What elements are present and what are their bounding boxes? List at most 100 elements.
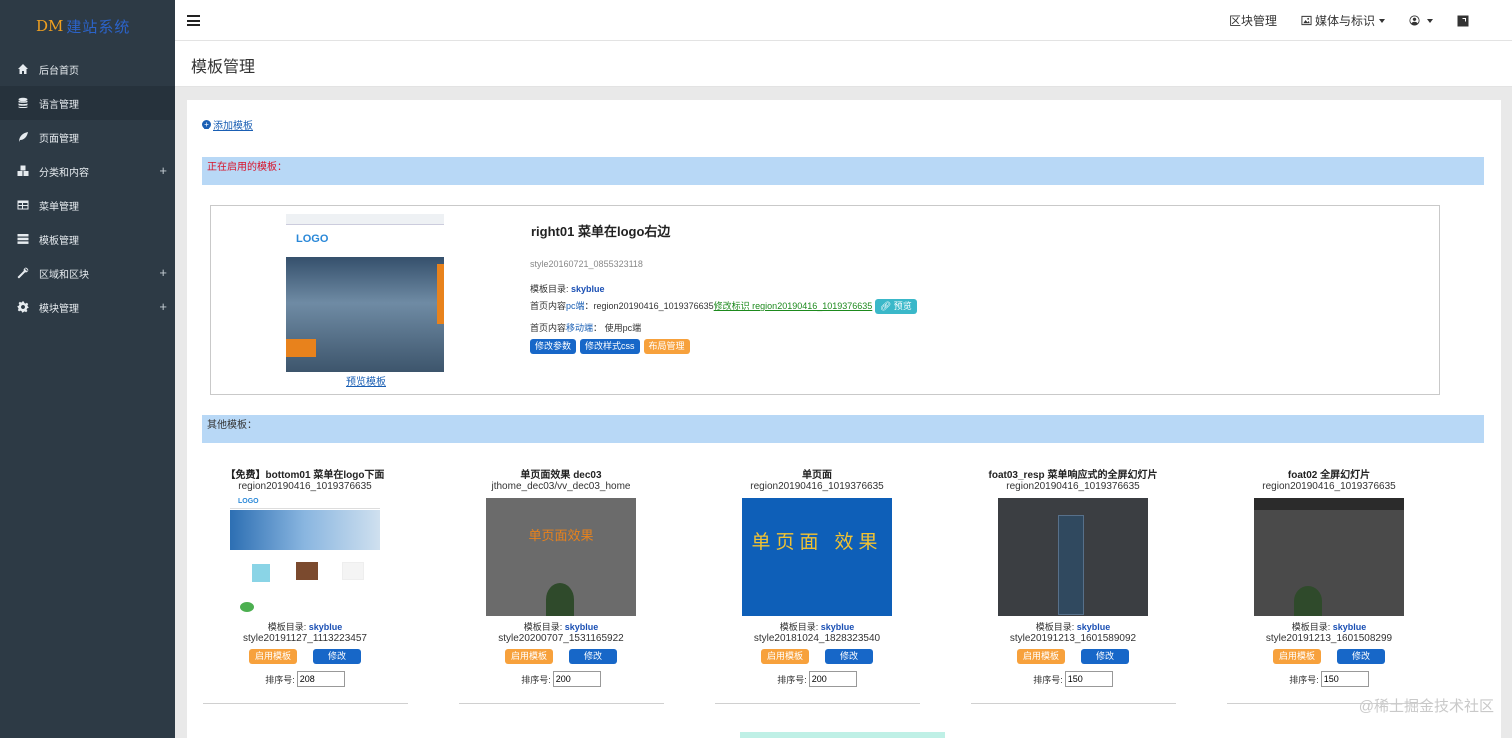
current-template-thumbnail[interactable]: LOGO bbox=[286, 214, 444, 372]
preview-button[interactable]: 🔗︎ 预览 bbox=[874, 299, 917, 315]
top-nav: 区块管理 媒体与标识 bbox=[1205, 0, 1472, 41]
next-template-strip bbox=[740, 732, 945, 738]
sidebar-item-label: 语言管理 bbox=[39, 99, 79, 111]
sidebar-item-language[interactable]: 语言管理 bbox=[0, 86, 175, 120]
modify-css-button[interactable]: 修改样式css bbox=[580, 339, 640, 354]
template-thumbnail[interactable]: 单页面效果 bbox=[486, 498, 636, 616]
modify-params-button[interactable]: 修改参数 bbox=[530, 339, 577, 354]
sort-order: 排序号: bbox=[968, 671, 1178, 687]
template-dir: 模板目录: skyblue bbox=[1224, 620, 1434, 633]
enable-template-button[interactable]: 启用模板 bbox=[761, 649, 809, 664]
divider bbox=[458, 703, 664, 704]
external-link-button[interactable] bbox=[1457, 15, 1472, 27]
modify-template-button[interactable]: 修改 bbox=[1337, 649, 1385, 664]
template-thumbnail[interactable] bbox=[1254, 498, 1404, 616]
template-style-id: style20191213_1601589092 bbox=[1009, 633, 1137, 644]
add-template-link[interactable]: + 添加模板 bbox=[202, 117, 253, 132]
template-thumbnail[interactable]: LOGO bbox=[230, 498, 380, 616]
main-panel: + 添加模板 正在启用的模板： LOGO 预览模板 right01 菜单在logo… bbox=[187, 100, 1501, 738]
modify-template-button[interactable]: 修改 bbox=[825, 649, 873, 664]
sort-order: 排序号: bbox=[1224, 671, 1434, 687]
plus-circle-icon: + bbox=[202, 120, 211, 129]
sort-input[interactable] bbox=[1064, 671, 1113, 687]
leaf-icon bbox=[15, 130, 31, 144]
add-template-label: 添加模板 bbox=[213, 121, 253, 132]
sort-label: 排序号: bbox=[1033, 674, 1063, 685]
template-card: foat02 全屏幻灯片 region20190416_1019376635 模… bbox=[1224, 466, 1434, 704]
thumb-text: 单页面 效果 bbox=[751, 531, 883, 553]
enable-template-button[interactable]: 启用模板 bbox=[1017, 649, 1065, 664]
user-circle-icon bbox=[1409, 15, 1420, 26]
mobile-word: 移动端 bbox=[566, 323, 594, 333]
sidebar-item-templates[interactable]: 模板管理 bbox=[0, 222, 175, 256]
template-thumbnail[interactable] bbox=[998, 498, 1148, 616]
sidebar-item-categories[interactable]: 分类和内容 + bbox=[0, 154, 175, 188]
menu-toggle-icon[interactable] bbox=[187, 15, 200, 26]
sidebar-item-label: 页面管理 bbox=[39, 133, 79, 145]
thumb-text: 单页面效果 bbox=[528, 528, 594, 543]
modify-template-button[interactable]: 修改 bbox=[1081, 649, 1129, 664]
sidebar-item-label: 后台首页 bbox=[39, 65, 79, 77]
template-dir: 模板目录: skyblue bbox=[456, 620, 666, 633]
sort-label: 排序号: bbox=[777, 674, 807, 685]
sort-order: 排序号: bbox=[456, 671, 666, 687]
list-icon bbox=[15, 232, 31, 246]
template-region: region20190416_1019376635 bbox=[238, 481, 372, 492]
current-template-title: right01 菜单在logo右边 bbox=[531, 224, 671, 239]
template-thumbnail[interactable]: 单页面 效果 bbox=[742, 498, 892, 616]
template-name: foat03_resp 菜单响应式的全屏幻灯片 bbox=[988, 470, 1158, 481]
divider bbox=[202, 703, 408, 704]
current-template-dir: 模板目录: skyblue bbox=[530, 282, 605, 295]
enable-template-button[interactable]: 启用模板 bbox=[505, 649, 553, 664]
brand-logo[interactable]: DM 建站系统 bbox=[0, 0, 175, 52]
sort-input[interactable] bbox=[552, 671, 601, 687]
expand-icon[interactable]: + bbox=[159, 163, 167, 178]
sidebar-item-label: 模板管理 bbox=[39, 235, 79, 247]
dir-value: skyblue bbox=[1332, 622, 1367, 632]
sort-input[interactable] bbox=[1320, 671, 1369, 687]
expand-icon[interactable]: + bbox=[159, 299, 167, 314]
sidebar-item-regions[interactable]: 区域和区块 + bbox=[0, 256, 175, 290]
thumb-logo: LOGO bbox=[296, 233, 329, 245]
enable-template-button[interactable]: 启用模板 bbox=[1273, 649, 1321, 664]
caret-down-icon bbox=[1379, 18, 1385, 23]
template-name: 单页面 bbox=[802, 470, 832, 481]
sidebar-item-menus[interactable]: 菜单管理 bbox=[0, 188, 175, 222]
brand-dm: DM bbox=[36, 17, 64, 35]
watermark: @稀土掘金技术社区 bbox=[1358, 698, 1494, 715]
dir-label: 模板目录: bbox=[1035, 622, 1077, 632]
template-style-id: style20191127_1113223457 bbox=[242, 633, 367, 644]
sidebar: DM 建站系统 后台首页 语言管理 页面管理 分类和内容 + 菜单管理 模板管理 … bbox=[0, 0, 175, 738]
current-template-pc-home: 首页内容pc端：region20190416_1019376635修改标识 re… bbox=[530, 299, 917, 315]
template-dir: 模板目录: skyblue bbox=[968, 620, 1178, 633]
block-manage-label: 区块管理 bbox=[1228, 14, 1277, 28]
sort-input[interactable] bbox=[808, 671, 857, 687]
sidebar-item-label: 分类和内容 bbox=[39, 167, 89, 179]
image-icon bbox=[1301, 15, 1312, 26]
user-dropdown[interactable] bbox=[1409, 15, 1433, 26]
sidebar-item-modules[interactable]: 模块管理 + bbox=[0, 290, 175, 324]
current-template-style-id: style20160721_0855323118 bbox=[530, 259, 643, 269]
media-dropdown[interactable]: 媒体与标识 bbox=[1301, 12, 1385, 29]
dir-value: skyblue bbox=[571, 284, 605, 294]
pc-prefix: 首页内容 bbox=[530, 301, 567, 311]
layout-manage-button[interactable]: 布局管理 bbox=[643, 339, 690, 354]
gear-icon bbox=[15, 300, 31, 314]
template-region: region20190416_1019376635 bbox=[750, 481, 884, 492]
block-manage-link[interactable]: 区块管理 bbox=[1229, 12, 1277, 29]
sidebar-item-home[interactable]: 后台首页 bbox=[0, 52, 175, 86]
expand-icon[interactable]: + bbox=[159, 265, 167, 280]
enable-template-button[interactable]: 启用模板 bbox=[249, 649, 297, 664]
preview-template-link[interactable]: 预览模板 bbox=[346, 373, 386, 388]
mobile-value: 使用pc端 bbox=[604, 323, 642, 333]
sort-order: 排序号: bbox=[712, 671, 922, 687]
template-dir: 模板目录: skyblue bbox=[712, 620, 922, 633]
sort-input[interactable] bbox=[296, 671, 345, 687]
sidebar-item-label: 区域和区块 bbox=[39, 269, 89, 281]
sidebar-item-label: 模块管理 bbox=[39, 303, 79, 315]
modify-template-button[interactable]: 修改 bbox=[313, 649, 361, 664]
sidebar-item-pages[interactable]: 页面管理 bbox=[0, 120, 175, 154]
modify-identifier-link[interactable]: 修改标识 region20190416_1019376635 bbox=[714, 301, 873, 311]
mobile-prefix: 首页内容 bbox=[530, 323, 567, 333]
modify-template-button[interactable]: 修改 bbox=[569, 649, 617, 664]
